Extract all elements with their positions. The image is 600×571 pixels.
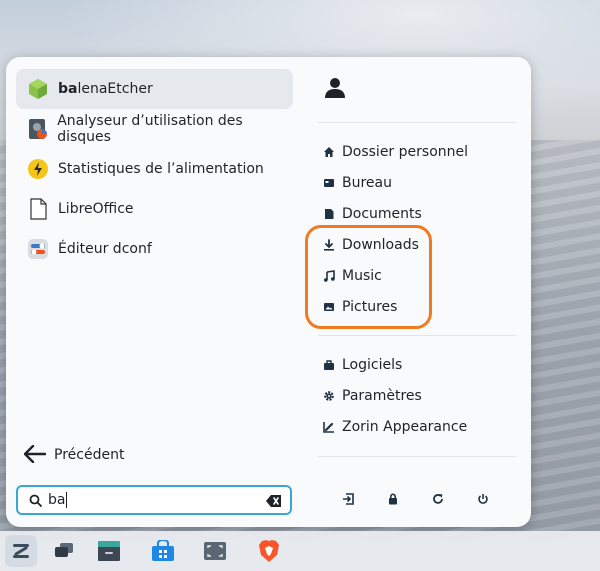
back-label: Précédent bbox=[54, 447, 125, 463]
separator bbox=[318, 456, 516, 457]
app-result-disk-usage[interactable]: Analyseur d’utilisation des disques bbox=[16, 109, 293, 149]
place-label: Bureau bbox=[342, 175, 392, 191]
app-result-power-statistics[interactable]: Statistiques de l’alimentation bbox=[16, 149, 293, 189]
files-icon[interactable] bbox=[93, 535, 125, 567]
brave-browser-icon[interactable] bbox=[253, 535, 285, 567]
app-label-match: ba bbox=[58, 81, 78, 97]
system-settings[interactable]: Paramètres bbox=[322, 383, 422, 409]
system-label: Logiciels bbox=[342, 357, 403, 373]
dconf-editor-icon bbox=[26, 237, 50, 261]
place-home[interactable]: Dossier personnel bbox=[322, 139, 468, 165]
clear-search-icon[interactable] bbox=[266, 493, 282, 512]
annotation-highlight-ring bbox=[305, 225, 432, 329]
start-menu: balenaEtcher Analyseur d’utilisation des… bbox=[6, 57, 531, 527]
disk-usage-icon bbox=[26, 117, 49, 141]
arrow-left-icon bbox=[23, 443, 47, 467]
screenshot-icon[interactable] bbox=[199, 535, 231, 567]
settings-gear-icon bbox=[322, 389, 336, 403]
back-button[interactable]: Précédent bbox=[23, 440, 125, 470]
workspaces-icon[interactable] bbox=[48, 535, 80, 567]
zorin-menu-icon[interactable] bbox=[5, 535, 37, 567]
libreoffice-icon bbox=[26, 197, 50, 221]
app-label: Éditeur dconf bbox=[58, 241, 152, 257]
power-icon[interactable] bbox=[473, 489, 493, 509]
app-result-dconf-editor[interactable]: Éditeur dconf bbox=[16, 229, 293, 269]
app-label: LibreOffice bbox=[58, 201, 134, 217]
app-label: Analyseur d’utilisation des disques bbox=[57, 113, 243, 145]
taskbar bbox=[0, 531, 600, 571]
system-zorin-appearance[interactable]: Zorin Appearance bbox=[322, 414, 467, 440]
user-avatar-icon[interactable] bbox=[324, 77, 346, 103]
desktop-icon bbox=[322, 176, 336, 190]
system-label: Paramètres bbox=[342, 388, 422, 404]
place-label: Documents bbox=[342, 206, 422, 222]
separator bbox=[318, 335, 516, 336]
software-icon bbox=[322, 358, 336, 372]
search-icon bbox=[22, 494, 48, 507]
search-results-panel: balenaEtcher Analyseur d’utilisation des… bbox=[6, 57, 306, 527]
app-label-rest: lenaEtcher bbox=[77, 81, 153, 97]
logout-icon[interactable] bbox=[338, 489, 358, 509]
search-input[interactable]: ba bbox=[48, 492, 65, 508]
system-label: Zorin Appearance bbox=[342, 419, 468, 435]
app-result-balenaetcher[interactable]: balenaEtcher bbox=[16, 69, 293, 109]
balenaetcher-icon bbox=[26, 77, 50, 101]
search-box[interactable]: ba bbox=[16, 485, 292, 515]
place-desktop[interactable]: Bureau bbox=[322, 170, 392, 196]
power-statistics-icon bbox=[26, 157, 50, 181]
separator bbox=[318, 122, 516, 123]
restart-icon[interactable] bbox=[428, 489, 448, 509]
home-icon bbox=[322, 145, 336, 159]
appearance-icon bbox=[322, 420, 336, 434]
place-label: Dossier personnel bbox=[342, 144, 469, 160]
app-label: Statistiques de l’alimentation bbox=[58, 161, 264, 177]
lock-icon[interactable] bbox=[383, 489, 403, 509]
system-software[interactable]: Logiciels bbox=[322, 352, 402, 378]
place-documents[interactable]: Documents bbox=[322, 201, 422, 227]
text-caret bbox=[66, 492, 68, 508]
document-icon bbox=[322, 207, 336, 221]
software-store-icon[interactable] bbox=[147, 535, 179, 567]
app-result-libreoffice[interactable]: LibreOffice bbox=[16, 189, 293, 229]
